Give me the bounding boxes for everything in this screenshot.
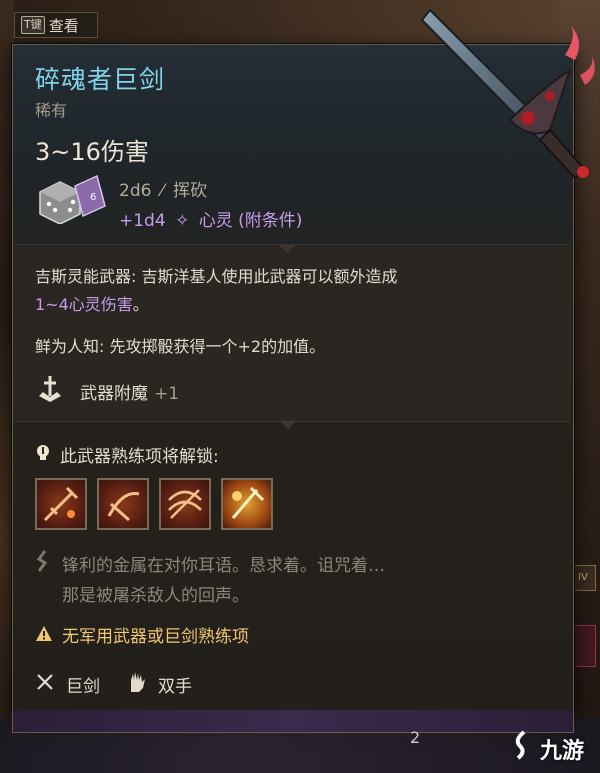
inspect-label: 查看: [48, 16, 79, 35]
psi-damage-text: 1~4心灵伤害: [35, 295, 133, 314]
flavor-line-1: 锋利的金属在对你耳语。恳求着。诅咒着…: [62, 556, 385, 576]
skill-rush-icon[interactable]: [97, 478, 149, 530]
slash-icon: ⁄: [160, 181, 164, 201]
flavor-line-2: 那是被屠杀敌人的回声。: [62, 586, 249, 606]
inspect-hint[interactable]: T键 查看: [14, 12, 98, 38]
two-handed-icon: [131, 672, 145, 692]
skill-cleave-icon[interactable]: [35, 478, 87, 530]
item-name: 碎魂者巨剑: [35, 65, 166, 94]
damage-line-slashing: 2d6 ⁄ 挥砍: [119, 176, 207, 201]
side-ability-label: IV: [578, 572, 588, 583]
psi-weapon-description: 吉斯灵能武器: 吉斯洋基人使用此武器可以额外造成 1~4心灵伤害。: [35, 263, 555, 319]
proficiency-warning: 无军用武器或巨剑熟练项: [62, 627, 249, 647]
psi-weapon-label: 吉斯灵能武器:: [35, 267, 137, 286]
greatsword-type-icon: [37, 674, 53, 690]
warning-icon: [36, 626, 52, 641]
skill-pommel-icon[interactable]: [221, 478, 273, 530]
flavor-quote-icon: [36, 550, 48, 572]
proficiency-lightbulb-icon: [37, 445, 49, 460]
damage-range: 3~16伤害: [35, 138, 149, 166]
enchantment-label: 武器附魔: [80, 384, 148, 404]
damage-dice: 2d6: [119, 181, 152, 201]
skill-lacerate-icon[interactable]: [159, 478, 211, 530]
damage-line-psychic: +1d4 ✧ 心灵 (附条件): [119, 206, 302, 231]
psi-weapon-end: 。: [132, 295, 149, 314]
enchantment-value: +1: [154, 384, 180, 404]
damage-type: 挥砍: [173, 181, 208, 201]
watermark-logo-icon: [515, 730, 526, 760]
section-divider-arrow: [280, 421, 296, 429]
psi-weapon-text: 吉斯洋基人使用此武器可以额外造成: [136, 267, 398, 286]
keybind-t-icon: T键: [21, 16, 45, 34]
handedness: 双手: [158, 677, 192, 697]
weapon-type: 巨剑: [66, 677, 100, 697]
item-rarity: 稀有: [35, 101, 68, 120]
weapon-enchantment: 武器附魔 +1: [80, 379, 179, 404]
damage-dice: +1d4: [119, 211, 166, 231]
watermark-text: 九游: [540, 739, 585, 764]
flavor-text: 锋利的金属在对你耳语。恳求着。诅咒着… 那是被屠杀敌人的回声。: [62, 551, 385, 611]
damage-type: 心灵 (附条件): [198, 211, 303, 231]
lore-description: 鲜为人知: 先攻掷骰获得一个+2的加值。: [35, 337, 326, 356]
greatsword-art-icon: [420, 8, 595, 180]
page-number-fragment: 2: [410, 728, 421, 747]
psychic-icon: ✧: [175, 211, 190, 231]
svg-text:6: 6: [90, 192, 96, 203]
weapon-enchantment-icon: [39, 376, 61, 402]
dice-icon: 6: [39, 174, 106, 224]
section-divider-arrow: [279, 245, 295, 253]
proficiency-title: 此武器熟练项将解锁:: [60, 447, 219, 467]
